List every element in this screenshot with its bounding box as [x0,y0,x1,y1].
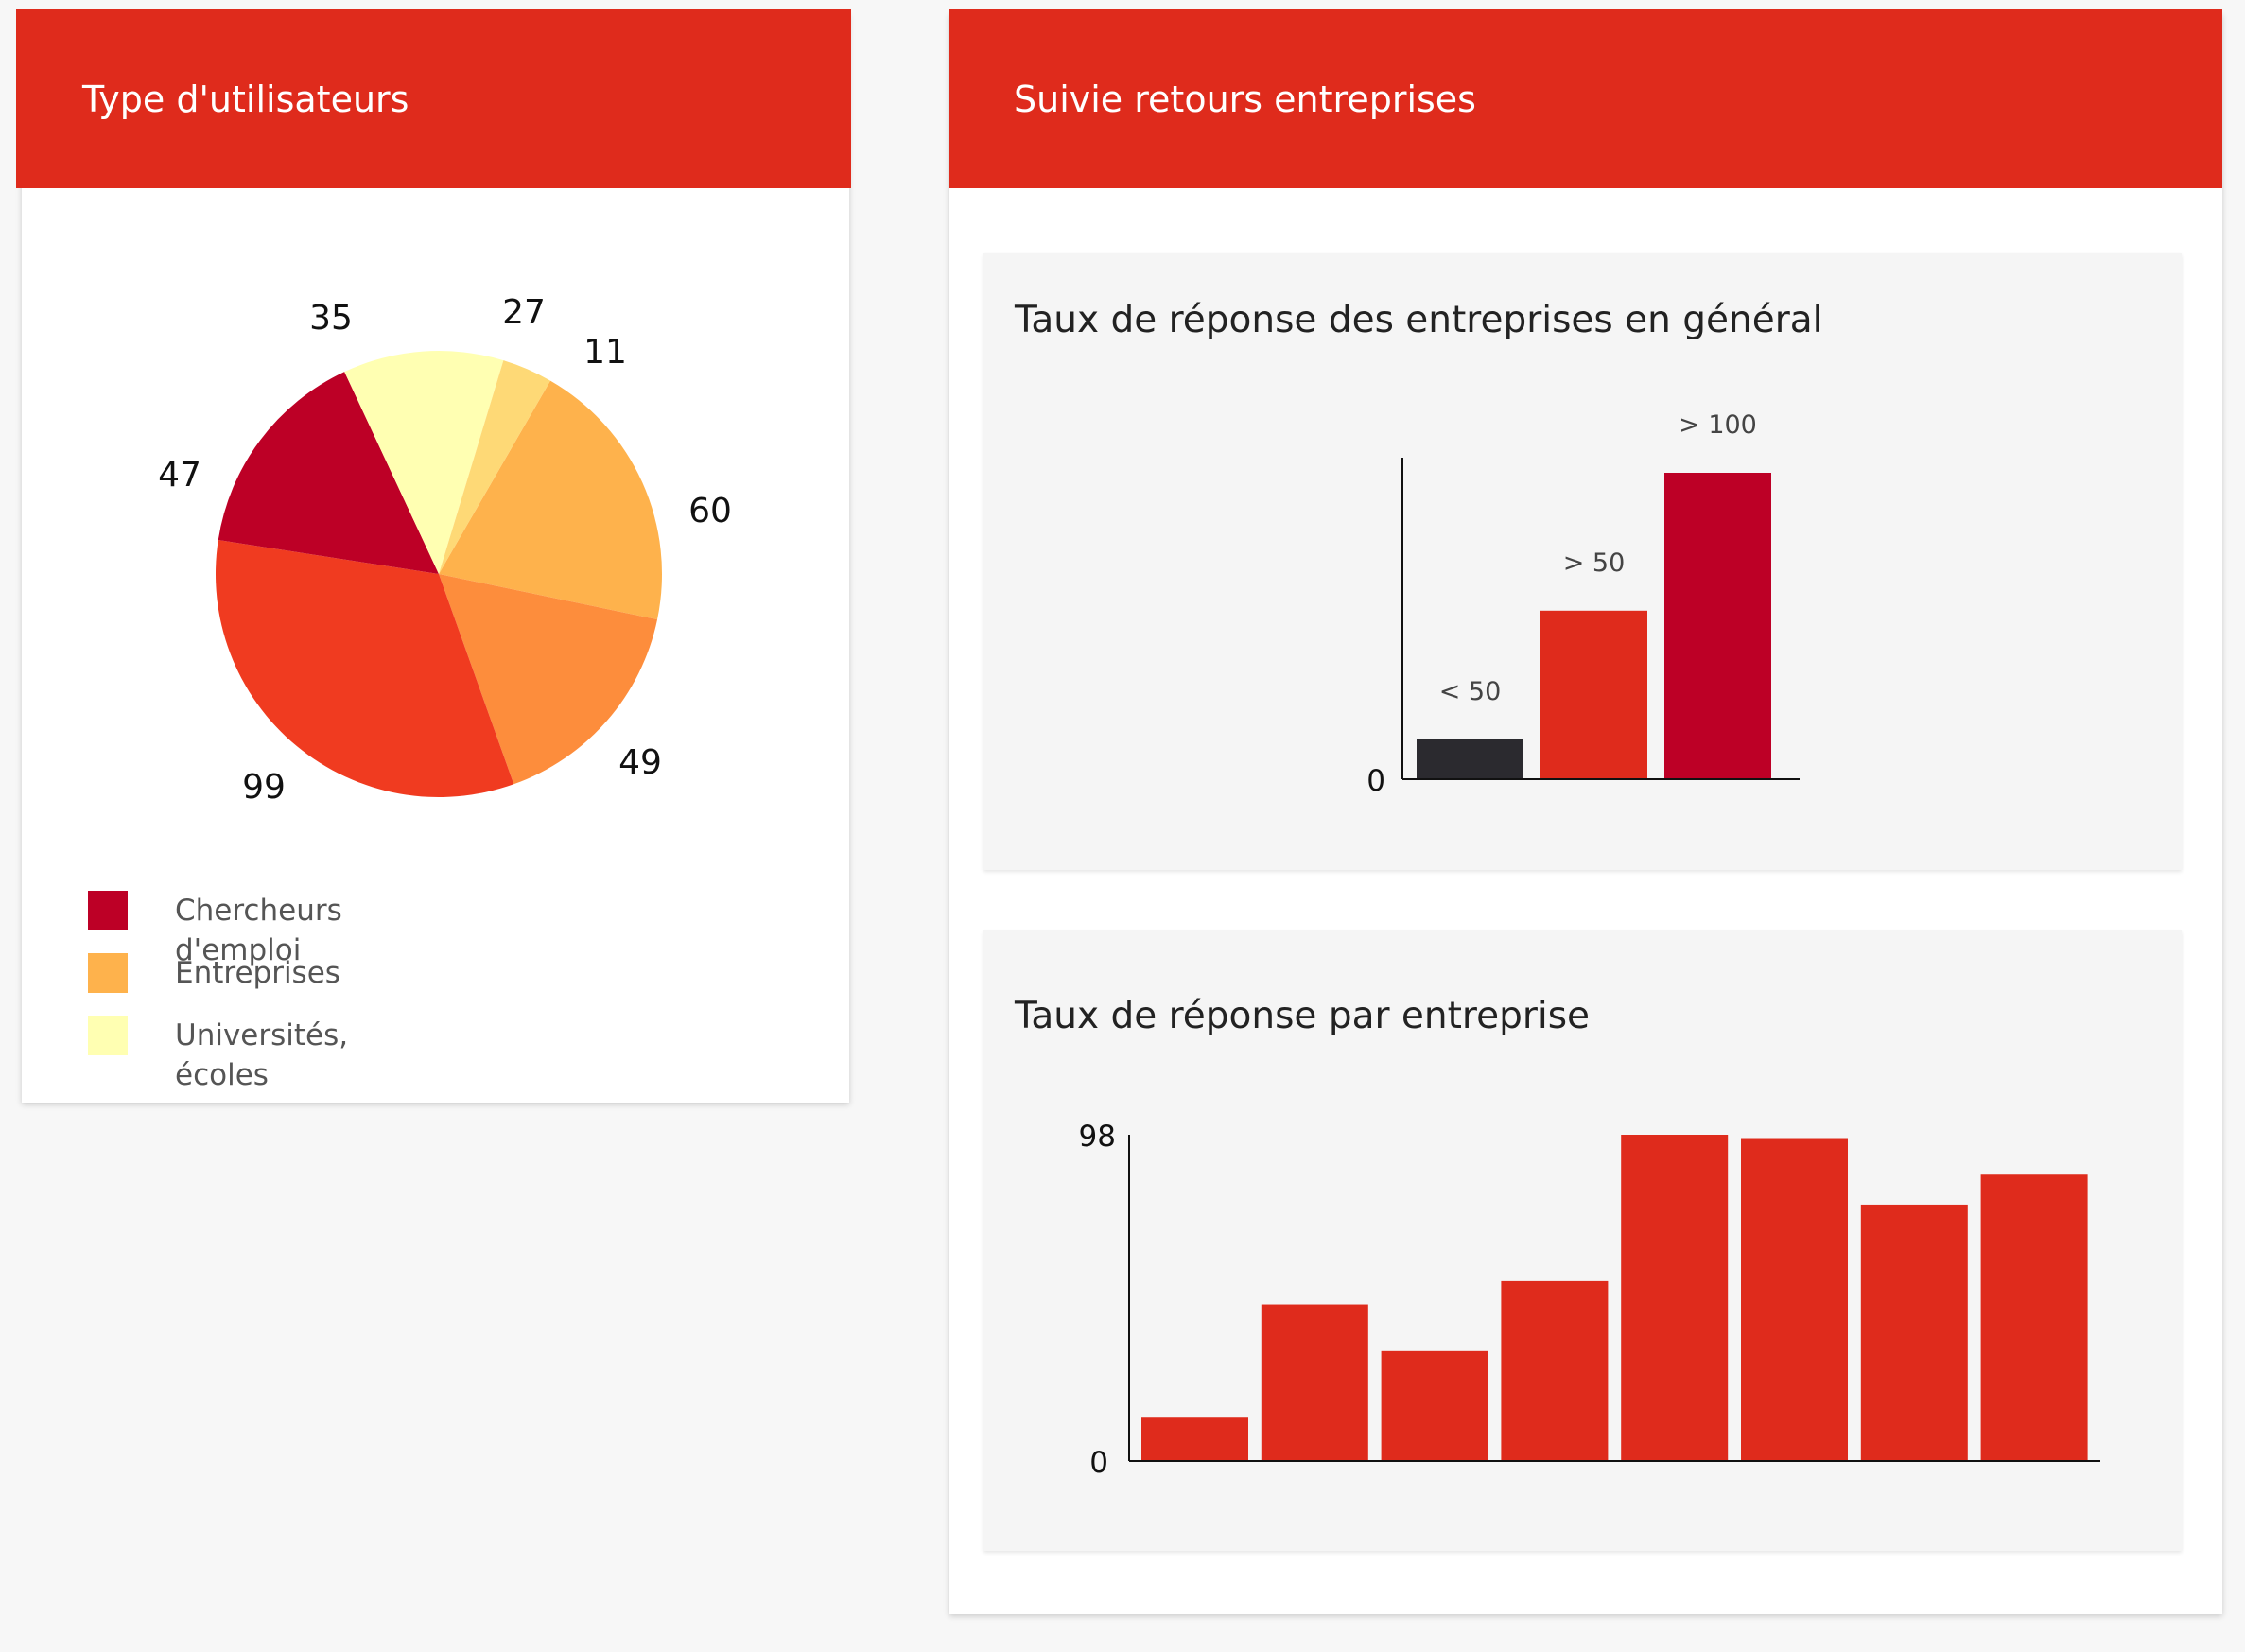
user-types-card-header: Type d'utilisateurs [16,9,851,188]
legend-swatch [88,953,128,993]
bar [1261,1304,1368,1461]
legend-label: Entreprises [175,956,340,990]
y-tick-label: 98 [1079,1120,1116,1154]
bar [1141,1417,1248,1461]
bar [1501,1280,1609,1461]
bar [1980,1174,2088,1461]
y-tick-label: 0 [1089,1446,1108,1480]
bar-category-label: > 100 [1679,410,1757,440]
per-company-response-panel: Taux de réponse par entreprise 0 98 [983,930,2182,1551]
company-feedback-title: Suivie retours entreprises [1014,78,1476,120]
pie-value-label: 60 [688,492,732,530]
legend-label: Universités, écoles [175,1018,349,1092]
bar [1381,1350,1488,1461]
bar [1621,1135,1729,1461]
company-feedback-card-header: Suivie retours entreprises [949,9,2222,188]
bar-category-label: > 50 [1563,548,1626,578]
pie-value-label: 27 [502,293,546,332]
user-types-pie-chart: 60 49 99 47 35 27 11 [158,293,732,807]
bar [1741,1138,1848,1461]
pie-value-label: 47 [158,456,201,495]
bar [1860,1204,1968,1461]
legend-swatch [88,1016,128,1055]
company-feedback-card: Suivie retours entreprises Taux de répon… [949,9,2222,1614]
pie-value-label: 11 [583,333,627,372]
bar-category-label: < 50 [1439,677,1502,706]
bar [1664,473,1771,779]
pie-value-label: 49 [618,743,662,782]
user-types-card: Type d'utilisateurs 60 49 99 47 35 27 11 Cherc… [16,9,851,1103]
legend-swatch [88,891,128,930]
bar [1417,739,1523,779]
user-types-title: Type d'utilisateurs [82,78,409,120]
y-tick-label: 0 [1366,764,1385,798]
pie-value-label: 35 [309,299,353,338]
general-response-bar-chart: < 50 > 50 > 100 0 [1366,410,1800,798]
general-response-panel: Taux de réponse des entreprises en génér… [983,253,2182,870]
bar [1540,610,1647,779]
per-company-bar-chart: 0 98 [1079,1120,2100,1480]
pie-value-label: 99 [242,768,286,807]
